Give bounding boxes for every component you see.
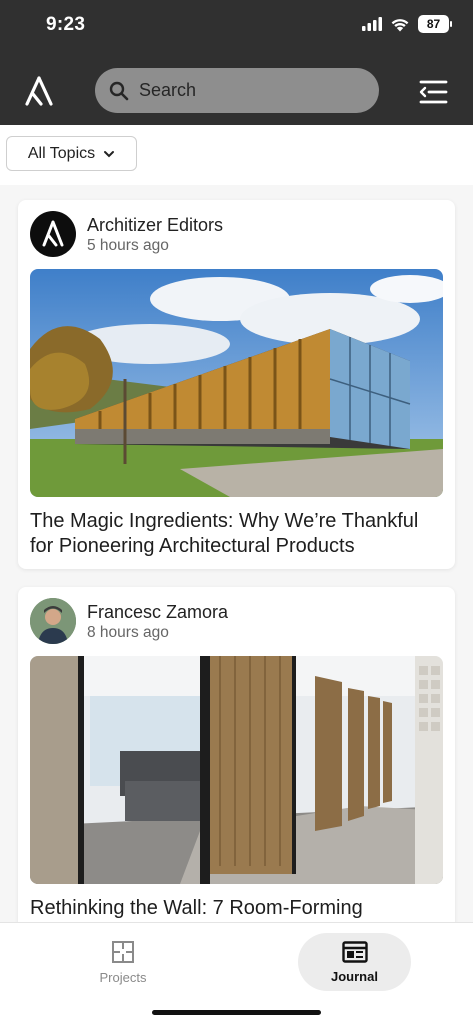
top-header: 9:23 87 Search: [0, 0, 473, 125]
wifi-icon: [391, 18, 409, 31]
article-card[interactable]: Francesc Zamora 8 hours ago Rethinking t…: [18, 587, 455, 922]
author-name[interactable]: Francesc Zamora: [87, 602, 228, 623]
cellular-signal-icon: [362, 17, 382, 31]
author-avatar[interactable]: [30, 211, 76, 257]
tab-projects-label: Projects: [99, 969, 147, 985]
filter-row: All Topics: [0, 125, 473, 185]
author-avatar[interactable]: [30, 598, 76, 644]
article-image[interactable]: [30, 656, 443, 884]
author-photo-icon: [30, 598, 76, 644]
architizer-logo-icon: [42, 220, 64, 247]
article-image[interactable]: [30, 269, 443, 497]
status-icons: 87: [362, 15, 452, 33]
journal-icon: [341, 940, 368, 963]
article-title[interactable]: Rethinking the Wall: 7 Room-Forming: [30, 896, 443, 921]
home-indicator: [152, 1010, 321, 1015]
journal-feed: Architizer Editors 5 hours ago The Magic…: [0, 185, 473, 922]
status-bar: 9:23 87: [0, 0, 473, 52]
topics-dropdown[interactable]: All Topics: [6, 136, 137, 171]
bottom-tab-bar: Projects Journal: [0, 922, 473, 1024]
search-placeholder: Search: [139, 80, 197, 100]
tab-journal[interactable]: Journal: [298, 933, 411, 991]
floor-plan-icon: [112, 940, 134, 963]
post-time: 5 hours ago: [87, 237, 169, 254]
battery-level: 87: [426, 17, 441, 31]
battery-icon: 87: [418, 15, 452, 33]
chevron-down-icon: [104, 150, 115, 157]
article-title[interactable]: The Magic Ingredients: Why We’re Thankfu…: [30, 509, 443, 559]
status-time: 9:23: [46, 14, 86, 35]
author-name[interactable]: Architizer Editors: [87, 215, 223, 236]
architizer-logo-icon[interactable]: [24, 76, 54, 106]
post-time: 8 hours ago: [87, 624, 169, 641]
article-card[interactable]: Architizer Editors 5 hours ago The Magic…: [18, 200, 455, 569]
topics-label: All Topics: [27, 144, 96, 162]
tab-journal-label: Journal: [331, 968, 378, 984]
app-screen: 9:23 87 Search All Topics Architizer Edi…: [0, 0, 473, 1024]
tab-projects[interactable]: Projects: [73, 933, 173, 991]
search-icon: [109, 81, 129, 100]
menu-icon[interactable]: [418, 79, 448, 105]
search-input[interactable]: Search: [95, 68, 379, 113]
